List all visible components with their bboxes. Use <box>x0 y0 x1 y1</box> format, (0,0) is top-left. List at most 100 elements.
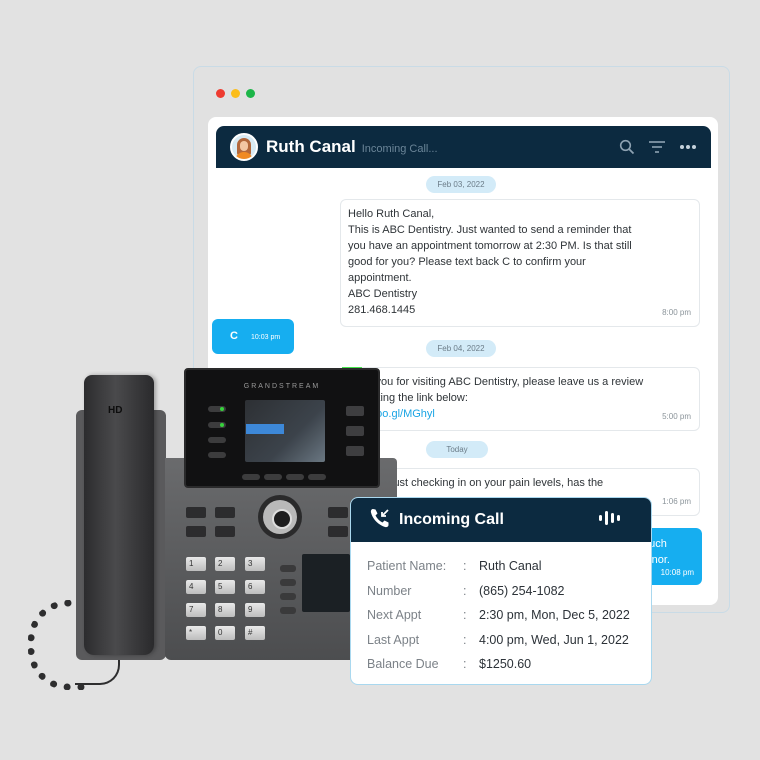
audio-wave-icon <box>599 510 623 530</box>
search-icon[interactable] <box>619 139 635 155</box>
date-separator: Feb 03, 2022 <box>426 176 496 193</box>
message-line: appointment. <box>348 272 412 284</box>
phone-handset[interactable]: HD <box>84 375 154 655</box>
keypad-key[interactable]: 7 <box>186 603 206 617</box>
detail-separator: : <box>463 608 467 623</box>
keypad-key[interactable]: # <box>245 626 265 640</box>
line-key[interactable] <box>208 452 226 458</box>
message-time: 10:08 pm <box>660 568 694 577</box>
message-time: 8:00 pm <box>662 308 691 317</box>
line-key[interactable] <box>208 437 226 443</box>
detail-separator: : <box>463 559 467 574</box>
detail-row-next-appt: Next Appt : 2:30 pm, Mon, Dec 5, 2022 <box>367 603 651 628</box>
speaker-key[interactable] <box>328 526 348 537</box>
bls-key[interactable] <box>280 607 296 614</box>
detail-label: Next Appt <box>367 608 422 623</box>
keypad-key[interactable]: * <box>186 626 206 640</box>
hd-label: HD <box>108 405 123 416</box>
side-key[interactable] <box>346 406 364 416</box>
keypad-key[interactable]: 2 <box>215 557 235 571</box>
bls-key[interactable] <box>280 565 296 572</box>
phone-lcd-screen <box>245 400 325 462</box>
soft-key[interactable] <box>308 474 326 480</box>
message-text: C <box>230 330 238 342</box>
message-time: 1:06 pm <box>662 497 691 506</box>
incoming-call-title: Incoming Call <box>399 511 504 528</box>
message-line: you have an appointment tomorrow at 2:30… <box>348 240 632 252</box>
message-line: ABC Dentistry <box>348 288 418 300</box>
detail-value: 4:00 pm, Wed, Jun 1, 2022 <box>479 632 629 647</box>
line-key[interactable] <box>208 406 226 412</box>
date-separator: Feb 04, 2022 <box>426 340 496 357</box>
detail-separator: : <box>463 657 467 672</box>
keypad-key[interactable]: 0 <box>215 626 235 640</box>
detail-row-patient-name: Patient Name: : Ruth Canal <box>367 554 651 579</box>
function-key[interactable] <box>215 507 235 518</box>
function-key[interactable] <box>215 526 235 537</box>
soft-key[interactable] <box>286 474 304 480</box>
keypad-key[interactable]: 6 <box>245 580 265 594</box>
incoming-call-icon <box>369 507 391 534</box>
date-separator: Today <box>426 441 488 458</box>
detail-value: 2:30 pm, Mon, Dec 5, 2022 <box>479 608 630 623</box>
keypad-key[interactable]: 8 <box>215 603 235 617</box>
side-key[interactable] <box>346 426 364 436</box>
message-line: icking the link below: <box>367 392 468 404</box>
detail-row-number: Number : (865) 254-1082 <box>367 579 651 604</box>
detail-value: Ruth Canal <box>479 559 542 574</box>
detail-label: Patient Name: <box>367 559 447 574</box>
line-key[interactable] <box>208 422 226 428</box>
keypad-key[interactable]: 5 <box>215 580 235 594</box>
detail-label: Last Appt <box>367 632 420 647</box>
chat-header: Ruth Canal Incoming Call... <box>216 126 711 168</box>
function-key[interactable] <box>186 526 206 537</box>
more-icon[interactable] <box>679 144 697 150</box>
bls-key[interactable] <box>280 579 296 586</box>
soft-key[interactable] <box>242 474 260 480</box>
bls-key[interactable] <box>280 593 296 600</box>
message-incoming: k you for visiting ABC Dentistry, please… <box>340 367 700 431</box>
detail-label: Balance Due <box>367 657 439 672</box>
keypad-key[interactable]: 9 <box>245 603 265 617</box>
message-line: good for you? Please text back C to conf… <box>348 256 586 268</box>
review-link[interactable]: /goo.gl/MGhyl <box>367 406 692 422</box>
message-outgoing: C 10:03 pm <box>212 319 294 354</box>
caller-details: Patient Name: : Ruth Canal Number : (865… <box>351 542 651 677</box>
soft-key[interactable] <box>264 474 282 480</box>
detail-value: (865) 254-1082 <box>479 583 565 598</box>
contact-name: Ruth Canal <box>266 137 356 156</box>
incoming-call-card: Incoming Call Patient Name: : Ruth Canal… <box>350 497 652 685</box>
phone-display-panel: GRANDSTREAM <box>184 368 380 488</box>
window-controls <box>216 89 255 98</box>
detail-label: Number <box>367 583 412 598</box>
detail-value: $1250.60 <box>479 657 532 672</box>
message-line: Hello Ruth Canal, <box>348 208 435 220</box>
detail-separator: : <box>463 632 467 647</box>
message-line: k you for visiting ABC Dentistry, please… <box>367 376 644 388</box>
detail-row-balance-due: Balance Due : $1250.60 <box>367 652 651 677</box>
brand-logo: GRANDSTREAM <box>243 383 321 390</box>
incoming-call-header: Incoming Call <box>351 498 651 542</box>
message-incoming: Hello Ruth Canal, This is ABC Dentistry.… <box>340 199 700 327</box>
detail-row-last-appt: Last Appt : 4:00 pm, Wed, Jun 1, 2022 <box>367 628 651 653</box>
minimize-window-button[interactable] <box>231 89 240 98</box>
message-time: 10:03 pm <box>251 334 281 341</box>
keypad-key[interactable]: 3 <box>245 557 265 571</box>
maximize-window-button[interactable] <box>246 89 255 98</box>
message-time: 5:00 pm <box>662 412 691 421</box>
message-line: This is ABC Dentistry. Just wanted to se… <box>348 224 632 236</box>
detail-separator: : <box>463 583 467 598</box>
function-key[interactable] <box>186 507 206 518</box>
keypad-key[interactable]: 4 <box>186 580 206 594</box>
close-window-button[interactable] <box>216 89 225 98</box>
contact-avatar[interactable] <box>230 133 258 161</box>
contact-status: Incoming Call... <box>361 142 438 155</box>
message-line: 281.468.1445 <box>348 304 416 316</box>
secondary-lcd <box>302 554 350 612</box>
side-key[interactable] <box>346 446 364 456</box>
filter-icon[interactable] <box>649 140 665 154</box>
navigation-pad[interactable] <box>258 495 302 539</box>
message-line: just checking in on your pain levels, ha… <box>391 477 604 489</box>
keypad-key[interactable]: 1 <box>186 557 206 571</box>
function-key[interactable] <box>328 507 348 518</box>
